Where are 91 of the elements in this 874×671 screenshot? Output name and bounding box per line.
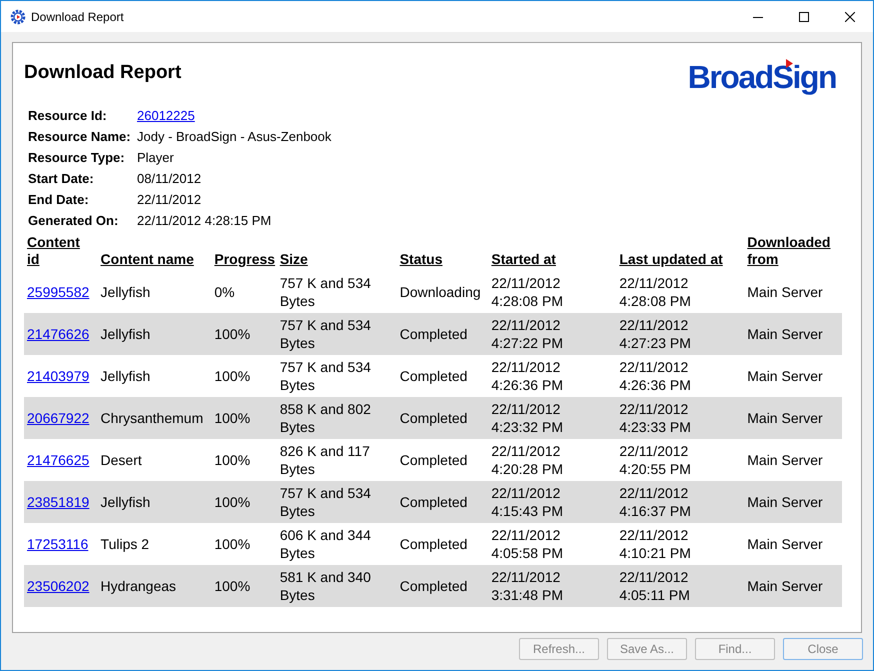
field-value: Jody - BroadSign - Asus-Zenbook <box>137 128 332 146</box>
table-cell: Main Server <box>747 452 823 468</box>
table-cell: 22/11/2012 4:23:33 PM <box>619 401 691 435</box>
maximize-icon <box>799 12 809 22</box>
table-cell: Completed <box>400 326 468 342</box>
logo: BroadSign <box>688 59 836 95</box>
table-cell: 100% <box>214 326 250 342</box>
table-cell: Desert <box>100 452 142 468</box>
table-cell: Downloading <box>400 284 481 300</box>
table-cell: 100% <box>214 368 250 384</box>
field-label: Generated On: <box>28 212 120 230</box>
content-id-link[interactable]: 25995582 <box>27 284 90 300</box>
content-id-link[interactable]: 21403979 <box>27 368 90 384</box>
table-cell: 100% <box>214 452 250 468</box>
table-cell: 100% <box>214 494 250 510</box>
table-cell: 100% <box>214 410 250 426</box>
table-cell: 757 K and 534 Bytes <box>280 359 371 393</box>
content-id-link[interactable]: 21476625 <box>27 452 90 468</box>
table-cell: Completed <box>400 368 468 384</box>
content-id-link[interactable]: 17253116 <box>27 536 88 552</box>
field-label: End Date: <box>28 190 90 209</box>
table-cell: Completed <box>400 452 468 468</box>
table-cell: Main Server <box>747 368 823 384</box>
table-cell: Jellyfish <box>100 494 150 510</box>
table-cell: 581 K and 340 Bytes <box>280 569 371 603</box>
table-cell: Main Server <box>747 326 823 342</box>
field-label: Start Date: <box>28 170 95 188</box>
table-cell: 22/11/2012 4:26:36 PM <box>491 359 563 393</box>
field-label: Resource Type: <box>28 148 126 167</box>
column-header[interactable]: Status <box>400 251 442 268</box>
table-cell: 0% <box>214 284 235 300</box>
table-cell: Completed <box>400 494 468 510</box>
resource-link[interactable]: 26012225 <box>137 106 195 126</box>
column-header[interactable]: Started at <box>491 251 556 268</box>
table-cell: Main Server <box>747 578 823 594</box>
table-cell: 22/11/2012 4:05:58 PM <box>491 527 563 561</box>
app-icon <box>10 8 26 24</box>
table-cell: Main Server <box>747 410 823 426</box>
table-cell: Tulips 2 <box>100 536 150 552</box>
content-id-link[interactable]: 21476626 <box>27 326 90 342</box>
table-cell: 22/11/2012 4:28:08 PM <box>619 275 691 309</box>
table-cell: 757 K and 534 Bytes <box>280 317 371 351</box>
content-id-link[interactable]: 20667922 <box>27 410 90 426</box>
table-cell: 757 K and 534 Bytes <box>280 275 371 309</box>
table-cell: 757 K and 534 Bytes <box>280 485 371 519</box>
table-cell: 22/11/2012 4:27:22 PM <box>491 317 563 351</box>
table-cell: 22/11/2012 4:28:08 PM <box>491 275 563 309</box>
table-cell: 22/11/2012 4:26:36 PM <box>619 359 691 393</box>
table-cell: 22/11/2012 4:05:11 PM <box>619 569 690 603</box>
field-value: 22/11/2012 <box>137 190 202 209</box>
table-cell: Completed <box>400 578 468 594</box>
field-label: Resource Name: <box>28 128 132 146</box>
table-cell: Jellyfish <box>100 368 150 384</box>
content-id-link[interactable]: 23506202 <box>27 578 90 594</box>
table-cell: Jellyfish <box>100 326 150 342</box>
table-cell: 22/11/2012 4:20:55 PM <box>619 443 691 477</box>
table-cell: Main Server <box>747 284 823 300</box>
table-cell: Jellyfish <box>100 284 150 300</box>
table-cell: Main Server <box>747 494 823 510</box>
window-title: Download Report <box>31 8 124 26</box>
table-cell: Hydrangeas <box>100 578 176 594</box>
column-header[interactable]: Last updated at <box>619 251 723 268</box>
report-heading: Download Report <box>24 61 182 85</box>
table-cell: 22/11/2012 3:31:48 PM <box>491 569 563 603</box>
table-cell: Main Server <box>747 536 823 552</box>
column-header[interactable]: Content id <box>27 234 95 268</box>
column-header[interactable]: Downloaded from <box>747 234 839 268</box>
table-cell: 858 K and 802 Bytes <box>280 401 371 435</box>
table-cell: 22/11/2012 4:15:43 PM <box>491 485 563 519</box>
close-icon <box>845 12 855 22</box>
content-id-link[interactable]: 23851819 <box>27 494 90 510</box>
table-cell: 22/11/2012 4:23:32 PM <box>491 401 563 435</box>
field-value: 22/11/2012 4:28:15 PM <box>137 212 272 230</box>
table-cell: 22/11/2012 4:27:23 PM <box>619 317 691 351</box>
table-cell: 100% <box>214 536 250 552</box>
field-value: Player <box>137 148 174 167</box>
table-cell: Completed <box>400 536 468 552</box>
table-cell: Chrysanthemum <box>100 410 204 426</box>
table-cell: 22/11/2012 4:16:37 PM <box>619 485 691 519</box>
column-header[interactable]: Content name <box>100 251 194 268</box>
table-cell: Completed <box>400 410 468 426</box>
table-cell: 606 K and 344 Bytes <box>280 527 371 561</box>
table-cell: 22/11/2012 4:10:21 PM <box>619 527 691 561</box>
table-cell: 826 K and 117 Bytes <box>280 443 370 477</box>
minimize-icon <box>753 16 763 18</box>
column-header[interactable]: Progress <box>214 251 276 268</box>
column-header[interactable]: Size <box>280 251 308 268</box>
field-label: Resource Id: <box>28 106 108 125</box>
table-cell: 100% <box>214 578 250 594</box>
field-value: 08/11/2012 <box>137 170 202 188</box>
table-cell: 22/11/2012 4:20:28 PM <box>491 443 563 477</box>
